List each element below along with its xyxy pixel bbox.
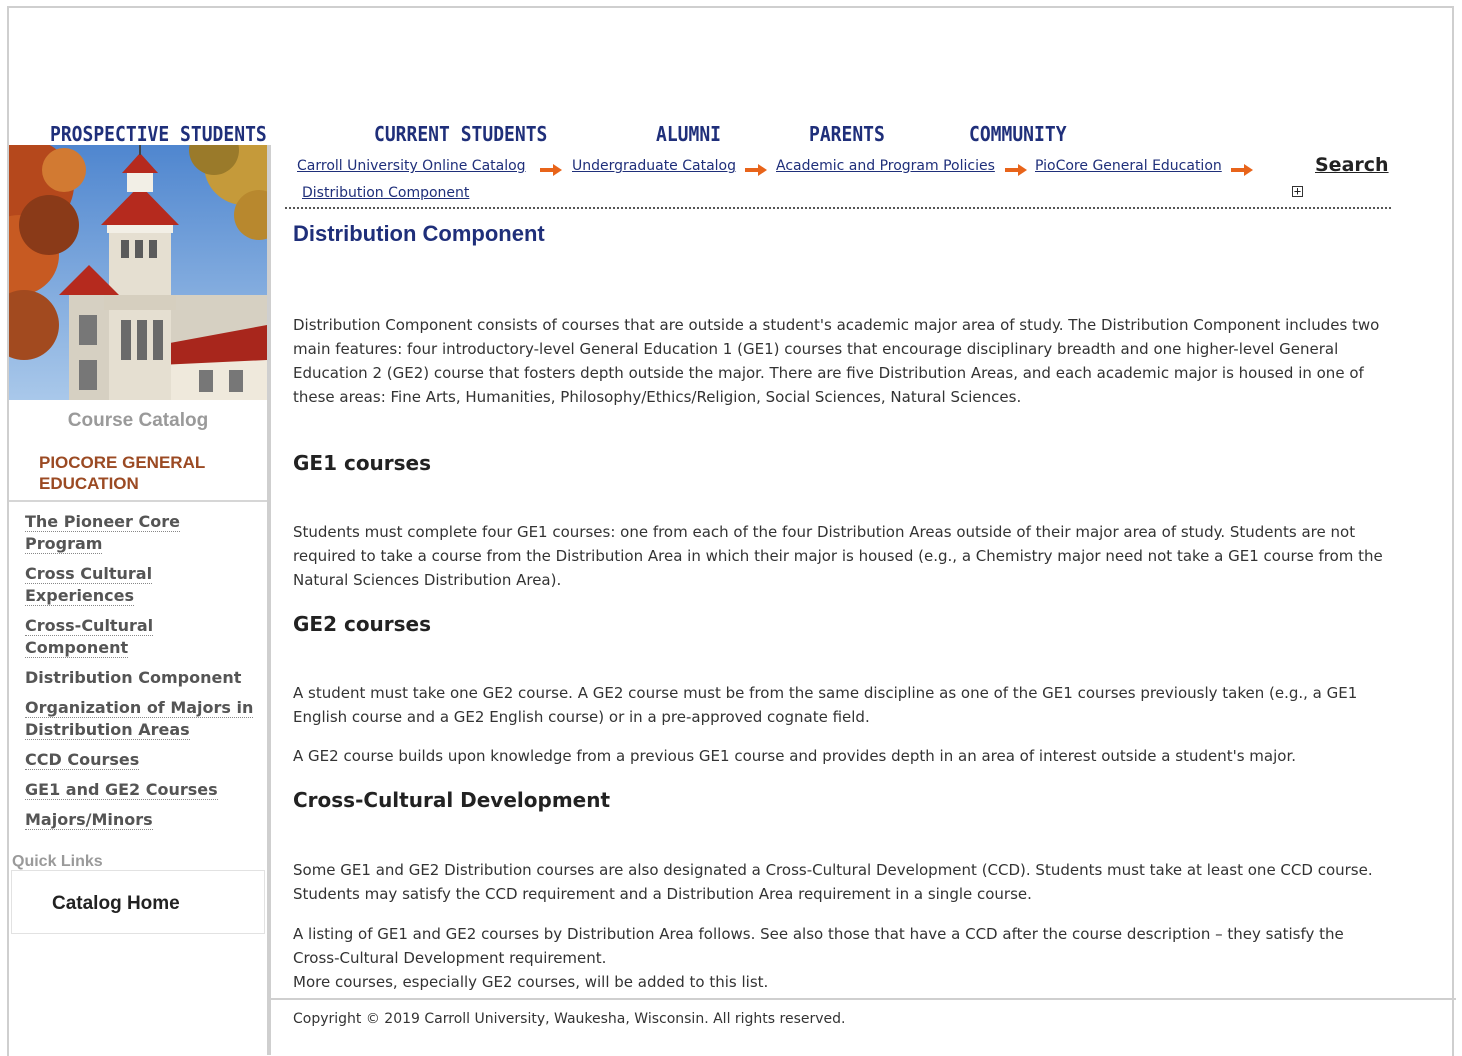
- breadcrumb-arrow-icon: [1231, 164, 1253, 176]
- ge2-paragraph-1: A student must take one GE2 course. A GE…: [293, 684, 1358, 726]
- expand-plus-icon[interactable]: +: [1292, 185, 1303, 197]
- sidebar-item-label: Majors/Minors: [25, 810, 153, 830]
- course-catalog-label: Course Catalog: [67, 410, 209, 431]
- breadcrumb-arrow-icon: [1005, 164, 1027, 176]
- nav-current-students[interactable]: CURRENT STUDENTS: [374, 123, 547, 147]
- sidebar-item-label: GE1 and GE2 Courses: [25, 780, 218, 800]
- campus-building-image: [9, 145, 267, 400]
- sidebar-item-ccd-courses[interactable]: CCD Courses: [25, 749, 255, 771]
- sidebar-section-label: PIOCORE GENERAL EDUCATION: [39, 453, 205, 493]
- intro-paragraph: Distribution Component consists of cours…: [293, 316, 1380, 406]
- sidebar-item-organization-of-majors[interactable]: Organization of Majors in Distribution A…: [25, 697, 255, 741]
- page-title: Distribution Component: [293, 221, 545, 246]
- sidebar-nav: The Pioneer Core Program Cross Cultural …: [25, 511, 255, 839]
- catalog-home-link[interactable]: Catalog Home: [52, 893, 180, 915]
- sidebar-item-label: The Pioneer Core Program: [25, 512, 180, 554]
- ccd-paragraph-2: A listing of GE1 and GE2 courses by Dist…: [293, 925, 1344, 967]
- nav-prospective-students[interactable]: PROSPECTIVE STUDENTS: [50, 123, 267, 147]
- sidebar-item-label: CCD Courses: [25, 750, 140, 770]
- nav-community[interactable]: COMMUNITY: [969, 123, 1067, 147]
- sidebar-item-label: Organization of Majors in Distribution A…: [25, 698, 254, 740]
- ge2-heading: GE2 courses: [293, 612, 432, 636]
- breadcrumb-divider: [285, 207, 1391, 209]
- sidebar-item-distribution-component[interactable]: Distribution Component: [25, 667, 255, 689]
- nav-parents[interactable]: PARENTS: [809, 123, 885, 147]
- ccd-paragraph-3: More courses, especially GE2 courses, wi…: [293, 973, 769, 991]
- sidebar-item-label: Distribution Component: [25, 668, 242, 687]
- ccd-heading: Cross-Cultural Development: [293, 788, 611, 812]
- breadcrumb-online-catalog[interactable]: Carroll University Online Catalog: [297, 158, 526, 174]
- breadcrumb-arrow-icon: [745, 164, 767, 176]
- breadcrumb-undergraduate-catalog[interactable]: Undergraduate Catalog: [572, 158, 736, 174]
- sidebar-item-cross-cultural-experiences[interactable]: Cross Cultural Experiences: [25, 563, 255, 607]
- breadcrumb-academic-program-policies[interactable]: Academic and Program Policies: [776, 158, 995, 174]
- ge1-heading: GE1 courses: [293, 451, 432, 475]
- page-frame: PROSPECTIVE STUDENTS CURRENT STUDENTS AL…: [7, 6, 1456, 1056]
- sidebar-vertical-rule: [267, 145, 271, 1055]
- search-link[interactable]: Search: [1315, 154, 1389, 176]
- ge1-paragraph: Students must complete four GE1 courses:…: [293, 523, 1383, 589]
- sidebar-item-ge1-ge2-courses[interactable]: GE1 and GE2 Courses: [25, 779, 255, 801]
- footer-copyright: Copyright © 2019 Carroll University, Wau…: [293, 1011, 846, 1027]
- sidebar-item-majors-minors[interactable]: Majors/Minors: [25, 809, 255, 831]
- breadcrumb-distribution-component[interactable]: Distribution Component: [302, 185, 469, 201]
- breadcrumb-arrow-icon: [540, 164, 562, 176]
- breadcrumb-piocore-general-education[interactable]: PioCore General Education: [1035, 158, 1222, 174]
- sidebar-item-cross-cultural-component[interactable]: Cross-Cultural Component: [25, 615, 255, 659]
- sidebar-divider: [9, 500, 267, 502]
- nav-alumni[interactable]: ALUMNI: [656, 123, 721, 147]
- ccd-paragraph-1: Some GE1 and GE2 Distribution courses ar…: [293, 861, 1373, 903]
- campus-building-illustration: [9, 145, 267, 400]
- quick-links-title: Quick Links: [12, 853, 103, 870]
- quick-links-box: Catalog Home: [11, 870, 265, 934]
- left-sidebar: Course Catalog PIOCORE GENERAL EDUCATION…: [9, 145, 267, 1055]
- footer-divider: [271, 998, 1456, 1000]
- sidebar-item-label: Cross Cultural Experiences: [25, 564, 153, 606]
- sidebar-item-pioneer-core-program[interactable]: The Pioneer Core Program: [25, 511, 255, 555]
- sidebar-item-label: Cross-Cultural Component: [25, 616, 154, 658]
- ge2-paragraph-2: A GE2 course builds upon knowledge from …: [293, 747, 1297, 765]
